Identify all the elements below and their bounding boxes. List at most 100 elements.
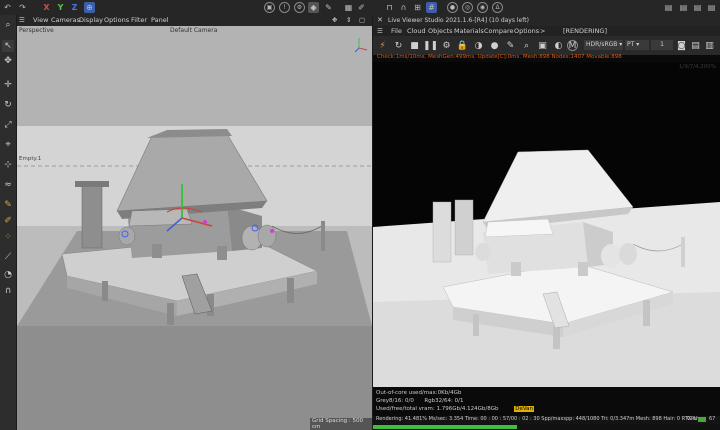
color-space-select[interactable]: HDR/sRGB ▾ [584, 40, 623, 50]
rendering-status: [RENDERING] [563, 27, 608, 35]
brush-icon[interactable]: ✐ [356, 2, 367, 13]
hamburger-icon[interactable]: ☰ [19, 16, 25, 24]
magnet-tool-icon[interactable]: ∩ [2, 285, 14, 297]
sphere-icon[interactable]: ● [447, 2, 458, 13]
move-icon[interactable]: ✛ [2, 79, 14, 91]
pause-render-icon[interactable]: ❚❚ [423, 40, 438, 51]
3d-viewport[interactable]: Perspective Default Camera Empty.1 Grid … [17, 26, 372, 430]
brush-icon-2[interactable]: ✐ [2, 215, 14, 227]
render-image [373, 62, 720, 387]
render-region-icon[interactable]: ▣ [264, 2, 275, 13]
lv-menu-cloud[interactable]: Cloud [407, 27, 426, 35]
pen-icon[interactable]: ✎ [323, 2, 334, 13]
material-picker-icon[interactable]: ● [489, 40, 500, 51]
kernel-select[interactable]: PT ▾ [625, 40, 649, 50]
render-settings-icon[interactable]: ⚙ [294, 2, 305, 13]
settings-icon[interactable]: ⚙ [441, 40, 452, 51]
select-icon[interactable]: ↖ [2, 40, 14, 52]
weight-icon[interactable]: ◔ [2, 269, 14, 281]
render-watermark: 1/9/7/4.200% [678, 64, 716, 70]
transform-icon[interactable]: ⌖ [2, 139, 14, 151]
lv-menu-objects[interactable]: Objects [428, 27, 453, 35]
layers-icon[interactable]: ▤ [690, 40, 701, 51]
rgb-count: Rgb32/64: 0/1 [424, 398, 464, 404]
restart-render-icon[interactable]: ↻ [393, 40, 404, 51]
top-toolbar: ↶ ↷ X Y Z ⊕ ▣ ! ⚙ ◆ ✎ ▦ ✐ ⊓ ∩ ⊞ # ● ◎ ◉ … [0, 0, 720, 15]
lv-menu-compare[interactable]: Compare [484, 27, 514, 35]
clapper-icon[interactable]: ▤ [663, 2, 674, 13]
lv-menu-more[interactable]: > [540, 27, 545, 35]
knife-icon[interactable]: ⟋ [2, 251, 14, 263]
y-axis-toggle[interactable]: Y [55, 2, 66, 13]
clapper-settings-icon[interactable]: ▤ [692, 2, 703, 13]
render-progress-track [373, 424, 720, 430]
clapper-play-icon[interactable]: ▤ [678, 2, 689, 13]
render-icon[interactable]: ◉ [477, 2, 488, 13]
menu-display[interactable]: Display [79, 16, 103, 24]
menu-view[interactable]: View [33, 16, 48, 24]
nav-move-icon[interactable]: ✥ [332, 16, 337, 24]
clapper-render-icon[interactable]: ▤ [706, 2, 717, 13]
lv-menu-materials[interactable]: Materials [454, 27, 484, 35]
z-axis-toggle[interactable]: Z [69, 2, 80, 13]
live-select-icon[interactable]: ✥ [2, 55, 14, 67]
camera-icon[interactable]: ◙ [676, 40, 687, 51]
send-scene-icon[interactable]: ⚡ [377, 40, 388, 51]
axis-icon[interactable]: ⊹ [2, 159, 14, 171]
lock-icon[interactable]: 🔒 [457, 40, 468, 51]
left-toolbar: ⌕ ↖ ✥ ✛ ↻ ⤢ ⌖ ⊹ ≈ ✎ ✐ ⁘ ⟋ ◔ ∩ [0, 15, 16, 430]
hamburger-icon-2[interactable]: ☰ [377, 27, 383, 35]
m-icon[interactable]: M [567, 40, 578, 51]
menu-options[interactable]: Options [104, 16, 129, 24]
object-tag: Empty.1 [19, 156, 42, 162]
search-icon[interactable]: ⌕ [2, 19, 14, 31]
lv-menu-options[interactable]: Options [514, 27, 539, 35]
zoom-icon[interactable]: ⌕ [521, 40, 532, 51]
live-viewer-toolbar: ⚡ ↻ ■ ❚❚ ⚙ 🔒 ◑ ● ✎ ⌕ ▣ ◐ M HDR/sRGB ▾ PT… [373, 36, 720, 55]
render-output[interactable]: 1/9/7/4.200% [373, 62, 720, 387]
nav-zoom-icon[interactable]: ⇕ [346, 16, 351, 24]
target-icon[interactable]: ◎ [462, 2, 473, 13]
scale-icon[interactable]: ⤢ [2, 119, 14, 131]
texture-count-info: Grey8/16: 0/0 Rgb32/64: 0/1 [376, 398, 463, 404]
viewport-menu-bar: ☰ View Cameras Display Options Filter Pa… [17, 15, 372, 26]
menu-panel[interactable]: Panel [151, 16, 169, 24]
redo-icon[interactable]: ↷ [17, 2, 28, 13]
menu-cameras[interactable]: Cameras [51, 16, 80, 24]
save-icon[interactable]: ▥ [704, 40, 715, 51]
x-axis-toggle[interactable]: X [41, 2, 52, 13]
live-viewer-title: Live Viewer Studio 2021.1.6-[R4] (10 day… [388, 17, 529, 24]
grid-snap-icon[interactable]: # [426, 2, 437, 13]
stop-render-icon[interactable]: ■ [409, 40, 420, 51]
render-status-text: Rendering: 41.481% Ms/sec: 3.354 Time: 0… [376, 416, 700, 422]
vram-info: Used/free/total vram: 1.796Gb/4.124Gb/8G… [376, 406, 535, 412]
octane-icon[interactable]: Δ [492, 2, 503, 13]
focus-picker-icon[interactable]: ◑ [473, 40, 484, 51]
workplane-icon[interactable]: ⊞ [412, 2, 423, 13]
count-field[interactable]: 1 [651, 40, 673, 50]
soft-select-icon[interactable]: ≈ [2, 179, 14, 191]
snap-icon[interactable]: ⊓ [384, 2, 395, 13]
cube-icon[interactable]: ◆ [308, 2, 319, 13]
menu-filter[interactable]: Filter [131, 16, 147, 24]
object-picker-icon[interactable]: ✎ [505, 40, 516, 51]
kernel-value: PT [627, 41, 635, 48]
clay-mode-icon[interactable]: ◐ [553, 40, 564, 51]
region-icon[interactable]: ▣ [537, 40, 548, 51]
close-icon[interactable]: ✕ [377, 16, 383, 24]
device-tag[interactable]: DeVan [514, 406, 535, 412]
nav-maximize-icon[interactable]: ▢ [359, 16, 365, 24]
magnet-icon[interactable]: ∩ [398, 2, 409, 13]
camera-name[interactable]: Default Camera [170, 27, 217, 34]
live-viewer-titlebar: ✕ Live Viewer Studio 2021.1.6-[R4] (10 d… [373, 15, 720, 26]
points-mode-icon[interactable]: ⁘ [2, 231, 14, 243]
rotate-icon[interactable]: ↻ [2, 99, 14, 111]
render-progress-fill [373, 425, 517, 429]
grid-icon[interactable]: ▦ [343, 2, 354, 13]
undo-icon[interactable]: ↶ [2, 2, 13, 13]
lv-menu-file[interactable]: File [391, 27, 402, 35]
render-view-icon[interactable]: ! [279, 2, 290, 13]
coordinate-system-icon[interactable]: ⊕ [84, 2, 95, 13]
viewport-scene [17, 26, 372, 430]
paint-icon[interactable]: ✎ [2, 199, 14, 211]
